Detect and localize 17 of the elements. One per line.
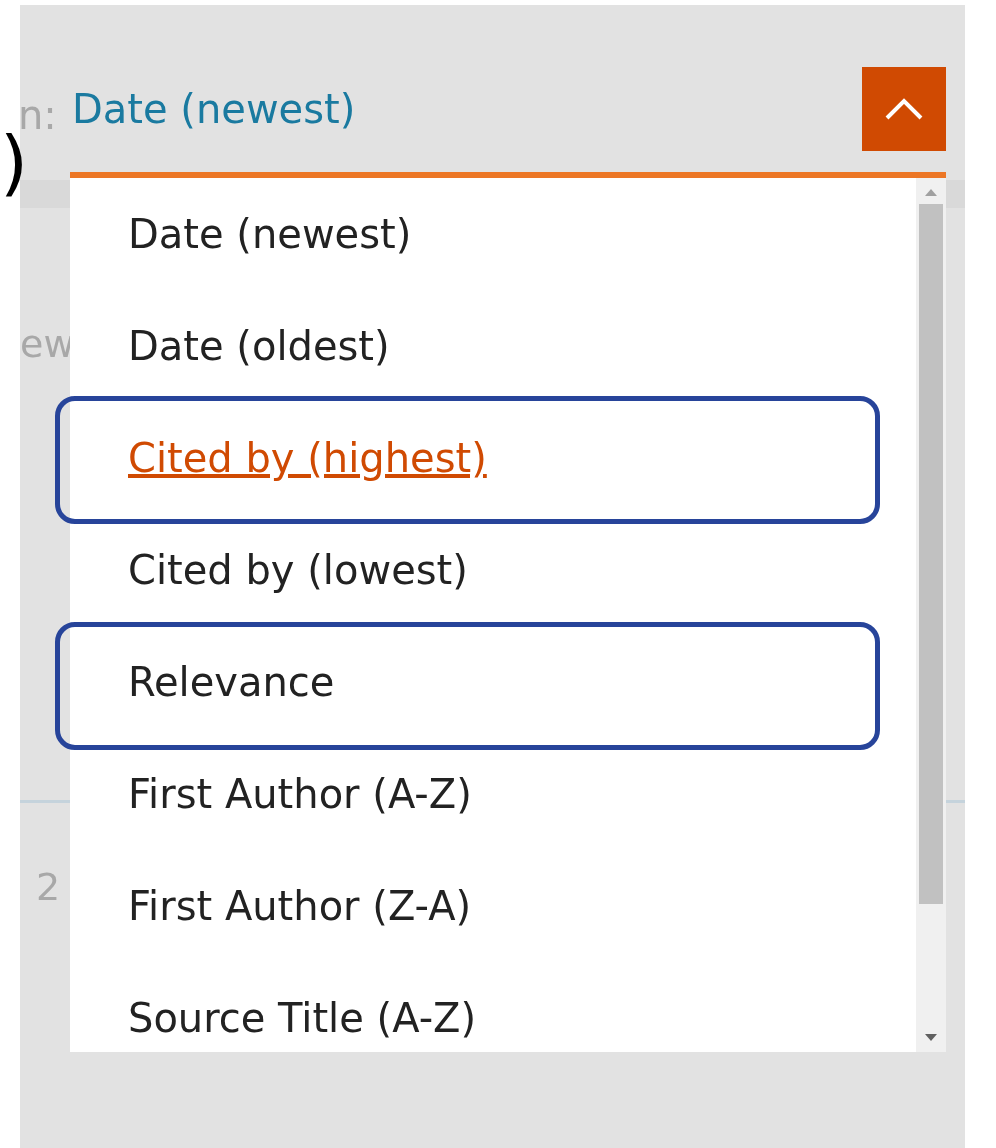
scroll-up-icon[interactable] [925, 188, 937, 196]
sort-option[interactable]: First Author (A-Z) [128, 771, 472, 817]
sort-option[interactable]: Date (oldest) [128, 323, 390, 369]
scrollbar-thumb[interactable] [919, 204, 943, 904]
sort-value: Date (newest) [72, 86, 356, 132]
dropdown-toggle-button[interactable] [862, 67, 946, 151]
chevron-up-icon [884, 96, 924, 122]
scroll-down-icon[interactable] [925, 1034, 937, 1042]
faded-text: 2 [36, 868, 61, 906]
sort-option[interactable]: Cited by (lowest) [128, 547, 468, 593]
faded-text: ew [20, 325, 75, 363]
sort-option[interactable]: Relevance [128, 659, 335, 705]
sort-option[interactable]: Source Title (A-Z) [128, 995, 477, 1041]
sort-option[interactable]: Date (newest) [128, 211, 412, 257]
sort-option[interactable]: Cited by (highest) [128, 435, 487, 481]
scrollbar[interactable] [916, 178, 946, 1052]
sort-option[interactable]: First Author (Z-A) [128, 883, 472, 929]
